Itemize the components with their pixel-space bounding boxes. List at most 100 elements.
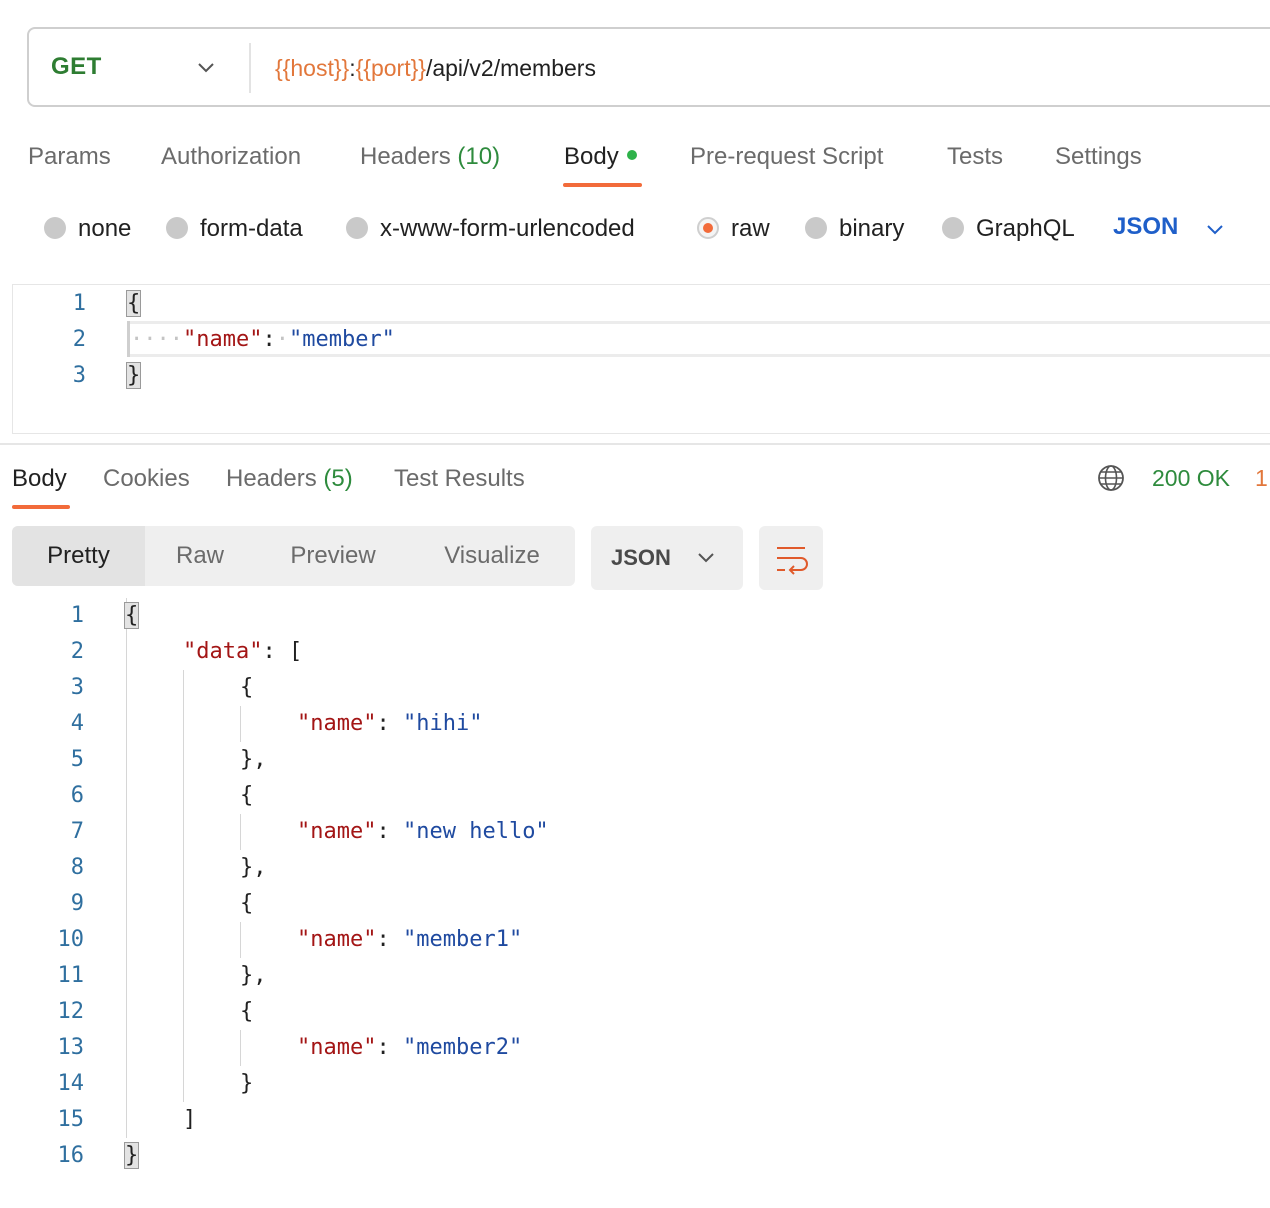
- method-select[interactable]: GET: [51, 53, 102, 81]
- radio-label: GraphQL: [976, 215, 1075, 242]
- json-key: "name": [297, 819, 377, 844]
- code-line: "name": "hihi": [297, 711, 483, 736]
- line-number: 9: [70, 891, 84, 916]
- tab-body-label: Body: [564, 143, 619, 170]
- format-label: JSON: [611, 545, 671, 570]
- radio-graphql[interactable]: GraphQL: [942, 215, 1075, 243]
- radio-label: form-data: [200, 215, 303, 242]
- radio-label: raw: [731, 215, 770, 242]
- radio-circle: [44, 216, 66, 239]
- response-tab-body[interactable]: Body: [12, 465, 67, 493]
- tab-authorization[interactable]: Authorization: [161, 143, 301, 171]
- radio-circle-selected: [697, 216, 719, 239]
- line-number: 2: [70, 639, 84, 664]
- code-line: "data": [: [183, 639, 303, 664]
- tab-params[interactable]: Params: [28, 143, 111, 171]
- chevron-down-icon: [698, 553, 714, 563]
- code-line: },: [240, 963, 267, 988]
- tab-headers[interactable]: Headers (10): [360, 143, 500, 171]
- chevron-down-icon[interactable]: [195, 56, 217, 78]
- line-number: 3: [70, 675, 84, 700]
- radio-circle: [805, 216, 827, 239]
- raw-language-select[interactable]: JSON: [1113, 213, 1178, 241]
- indent-guide: [183, 670, 184, 1102]
- code-line: },: [240, 747, 267, 772]
- response-tab-cookies[interactable]: Cookies: [103, 465, 190, 493]
- line-number: 12: [57, 999, 85, 1024]
- line-number: 7: [70, 819, 84, 844]
- line-number: 14: [57, 1071, 85, 1096]
- response-time[interactable]: 1: [1255, 465, 1268, 492]
- tab-tests[interactable]: Tests: [947, 143, 1003, 171]
- request-body-editor[interactable]: [12, 284, 1270, 434]
- code-line: ]: [183, 1107, 197, 1132]
- tab-headers-count: (10): [457, 143, 501, 170]
- indent-guide: [240, 814, 241, 850]
- json-value: "hihi": [402, 711, 483, 736]
- view-raw[interactable]: Raw: [145, 526, 255, 586]
- globe-icon[interactable]: [1097, 464, 1125, 492]
- tab-headers-label: Headers: [226, 465, 317, 492]
- view-visualize[interactable]: Visualize: [417, 526, 567, 586]
- radio-form-data[interactable]: form-data: [166, 215, 303, 243]
- tab-prerequest-script[interactable]: Pre-request Script: [690, 143, 883, 171]
- tab-body[interactable]: Body: [564, 143, 637, 171]
- line-number: 6: [70, 783, 84, 808]
- tab-headers-label: Headers: [360, 143, 451, 170]
- url-var-host: {{host}}: [275, 55, 350, 81]
- url-bar: GET {{host}}:{{port}}/api/v2/members: [27, 27, 1270, 107]
- radio-urlencoded[interactable]: x-www-form-urlencoded: [346, 215, 635, 243]
- response-format-select[interactable]: JSON: [591, 526, 743, 590]
- section-divider: [0, 443, 1270, 445]
- response-body-viewer[interactable]: [12, 598, 1270, 1188]
- code-line: "name": "member1": [297, 927, 523, 952]
- json-key: "name": [182, 327, 263, 352]
- code-line: {: [240, 783, 254, 808]
- word-wrap-icon: [777, 547, 808, 575]
- tab-active-indicator: [12, 505, 70, 509]
- chevron-down-icon[interactable]: [1204, 218, 1226, 240]
- view-pretty[interactable]: Pretty: [12, 526, 145, 586]
- radio-label: x-www-form-urlencoded: [380, 215, 635, 242]
- radio-circle: [346, 216, 368, 239]
- response-tab-headers[interactable]: Headers (5): [226, 465, 353, 493]
- response-tab-test-results[interactable]: Test Results: [394, 465, 525, 493]
- radio-circle: [166, 216, 188, 239]
- line-number: 11: [57, 963, 85, 988]
- line-number: 1: [72, 291, 86, 316]
- tab-headers-count: (5): [323, 465, 353, 492]
- line-number: 13: [57, 1035, 85, 1060]
- json-key: "name": [297, 1035, 377, 1060]
- radio-raw[interactable]: raw: [697, 215, 770, 243]
- word-wrap-button[interactable]: [759, 526, 823, 590]
- code-line: {: [240, 675, 254, 700]
- body-modified-dot: [626, 149, 637, 160]
- indent-guide: [240, 1030, 241, 1066]
- json-value: "new hello": [402, 819, 549, 844]
- response-view-switcher: Pretty Raw Preview Visualize: [12, 526, 575, 586]
- code-open-brace: {: [123, 602, 140, 629]
- tab-active-indicator: [563, 183, 642, 187]
- code-line: {: [240, 999, 254, 1024]
- url-input[interactable]: {{host}}:{{port}}/api/v2/members: [275, 55, 596, 82]
- radio-binary[interactable]: binary: [805, 215, 904, 243]
- url-path: /api/v2/members: [425, 55, 596, 81]
- radio-label: none: [78, 215, 132, 242]
- status-badge[interactable]: 200 OK: [1152, 465, 1230, 492]
- code-open-brace: {: [125, 290, 142, 317]
- code-line: {: [240, 891, 254, 916]
- line-number: 2: [72, 327, 86, 352]
- radio-none[interactable]: none: [44, 215, 131, 243]
- code-line: ····"name":·"member": [130, 327, 395, 352]
- line-number: 10: [57, 927, 85, 952]
- line-number: 3: [72, 363, 86, 388]
- tab-settings[interactable]: Settings: [1055, 143, 1142, 171]
- code-line: "name": "new hello": [297, 819, 549, 844]
- code-close-brace: }: [123, 1142, 140, 1169]
- indent-guide: [240, 922, 241, 958]
- line-number: 4: [70, 711, 84, 736]
- view-preview[interactable]: Preview: [265, 526, 401, 586]
- json-value: "member": [288, 327, 395, 352]
- code-line: },: [240, 855, 267, 880]
- line-number: 16: [57, 1143, 85, 1168]
